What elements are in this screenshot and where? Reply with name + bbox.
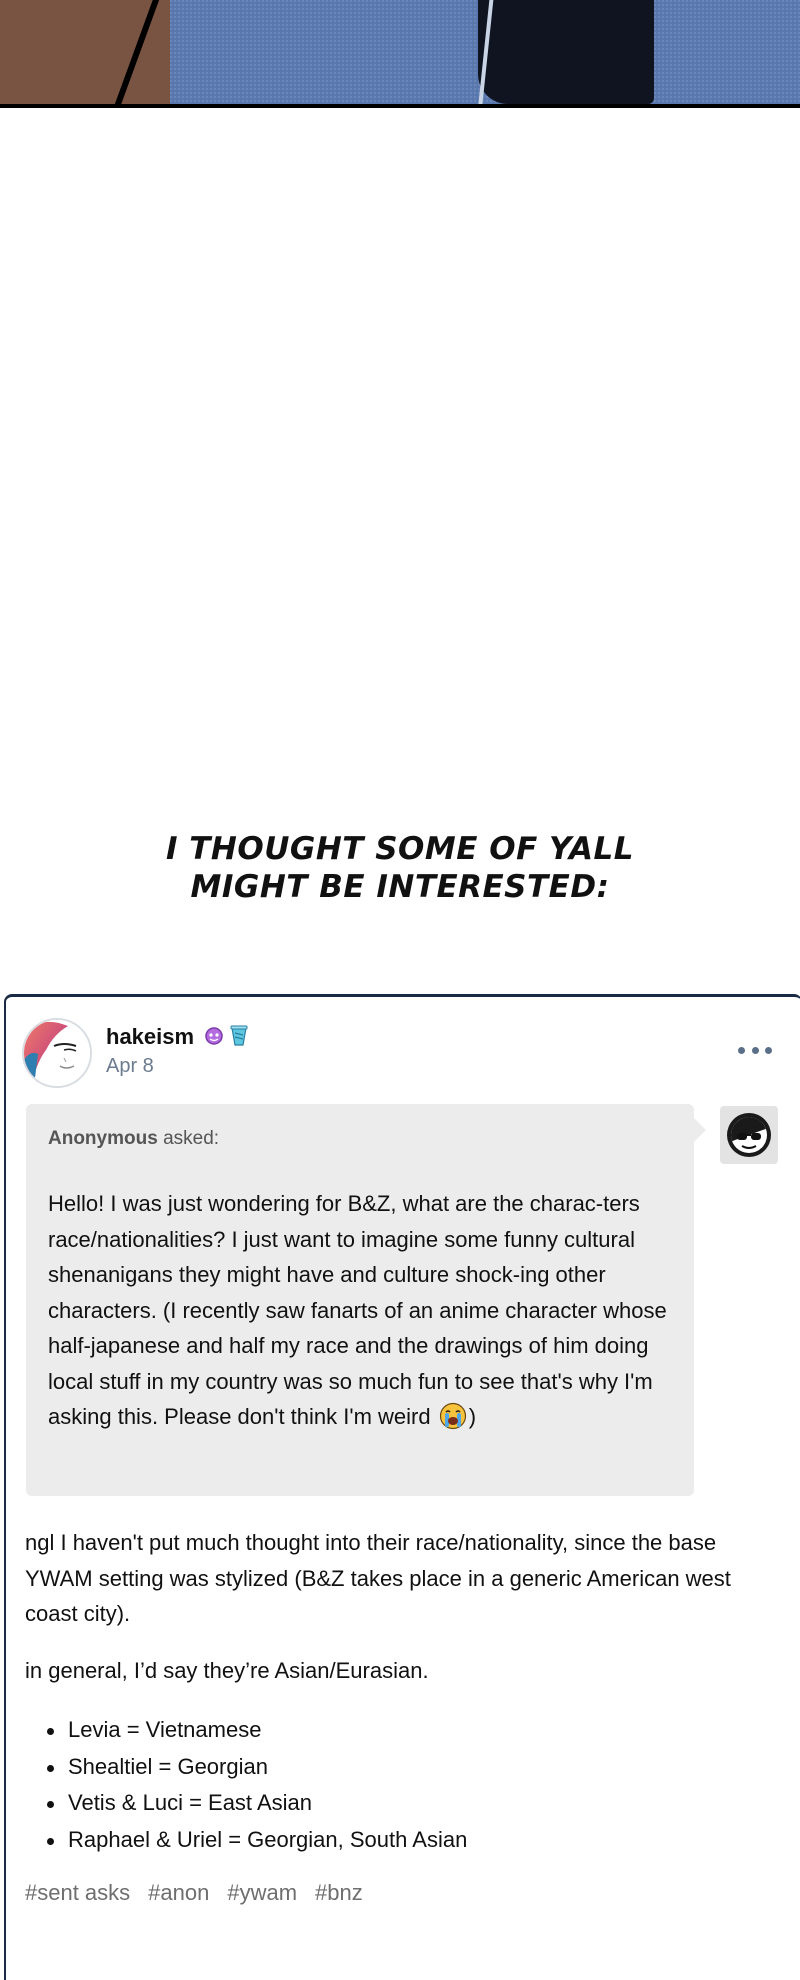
post-tags: #sent asks #anon #ywam #bnz <box>25 1880 363 1906</box>
asker-suffix: asked: <box>163 1128 220 1149</box>
dot <box>751 1046 759 1054</box>
ask-header: Anonymous asked: <box>48 1128 219 1150</box>
ask-box-pointer <box>692 1116 706 1144</box>
comic-panel-top <box>0 0 800 108</box>
post-username[interactable]: hakeism <box>106 1024 194 1050</box>
list-item: Raphael & Uriel = Georgian, South Asian <box>25 1822 467 1859</box>
cup-badge-icon <box>228 1024 250 1053</box>
list-item: Vetis & Luci = East Asian <box>25 1785 467 1822</box>
crying-face-icon <box>439 1402 467 1430</box>
ask-question: Hello! I was just wondering for B&Z, wha… <box>48 1186 678 1435</box>
ask-question-end: ) <box>468 1404 477 1429</box>
list-item: Levia = Vietnamese <box>25 1712 467 1749</box>
dot <box>738 1046 745 1054</box>
tag-bnz[interactable]: #bnz <box>315 1880 363 1906</box>
comic-panel-bottom-border <box>0 104 800 108</box>
caption-line-2: might be interested: <box>190 869 610 905</box>
anonymous-avatar <box>720 1106 778 1164</box>
answer-list: Levia = Vietnamese Shealtiel = Georgian … <box>25 1712 467 1858</box>
post-date[interactable]: Apr 8 <box>106 1055 154 1078</box>
answer-paragraph-2: in general, I’d say they’re Asian/Eurasi… <box>25 1658 429 1683</box>
ask-question-text: Hello! I was just wondering for B&Z, wha… <box>48 1191 667 1429</box>
caption-line-1: I thought some of yall <box>165 831 635 867</box>
sticker-badge-icon <box>204 1026 224 1051</box>
tag-sent-asks[interactable]: #sent asks <box>25 1880 130 1906</box>
more-options-icon[interactable] <box>738 1040 772 1060</box>
list-item: Shealtiel = Georgian <box>25 1749 467 1786</box>
tag-ywam[interactable]: #ywam <box>227 1880 297 1906</box>
comic-character-silhouette <box>478 0 654 104</box>
answer-paragraph-1: ngl I haven't put much thought into thei… <box>25 1530 731 1626</box>
comic-caption: I thought some of yall might be interest… <box>0 830 800 906</box>
user-avatar[interactable] <box>22 1018 92 1088</box>
asker-name[interactable]: Anonymous <box>48 1128 158 1149</box>
tag-anon[interactable]: #anon <box>148 1880 209 1906</box>
dot <box>765 1046 772 1054</box>
